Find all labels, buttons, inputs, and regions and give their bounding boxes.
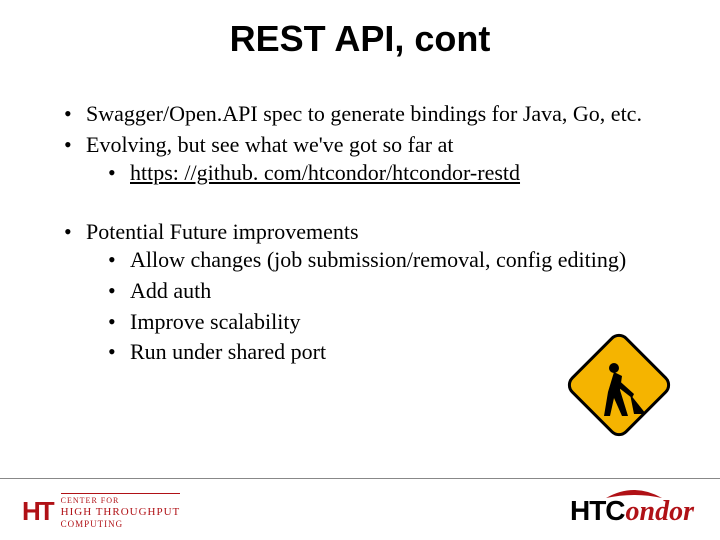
repo-link[interactable]: https: //github. com/htcondor/htcondor-r… [130, 160, 520, 185]
bullet-allow-changes: Allow changes (job submission/removal, c… [108, 246, 680, 275]
chtc-line2: HIGH THROUGHPUT [61, 506, 181, 519]
slide-title: REST API, cont [0, 0, 720, 60]
bullet-link-item: https: //github. com/htcondor/htcondor-r… [108, 159, 680, 188]
footer: HT CENTER FOR HIGH THROUGHPUT COMPUTING … [0, 478, 720, 540]
bullet-evolving: Evolving, but see what we've got so far … [64, 131, 680, 188]
bullet-future-text: Potential Future improvements [86, 219, 359, 244]
construction-sign-icon [564, 330, 674, 440]
bullet-swagger: Swagger/Open.API spec to generate bindin… [64, 100, 680, 129]
chtc-logo: HT CENTER FOR HIGH THROUGHPUT COMPUTING [22, 493, 180, 530]
chtc-line3: COMPUTING [61, 519, 181, 530]
slide-body: Swagger/Open.API spec to generate bindin… [0, 60, 720, 367]
chtc-logo-mark: HT [22, 496, 53, 527]
bullet-evolving-text: Evolving, but see what we've got so far … [86, 132, 453, 157]
htcondor-htc: HTC [570, 495, 625, 527]
chtc-logo-text: CENTER FOR HIGH THROUGHPUT COMPUTING [61, 493, 181, 530]
htcondor-ondor: ondor [626, 496, 694, 528]
htcondor-logo: HTCondor [570, 495, 694, 528]
chtc-line1: CENTER FOR [61, 496, 181, 506]
bullet-add-auth: Add auth [108, 277, 680, 306]
